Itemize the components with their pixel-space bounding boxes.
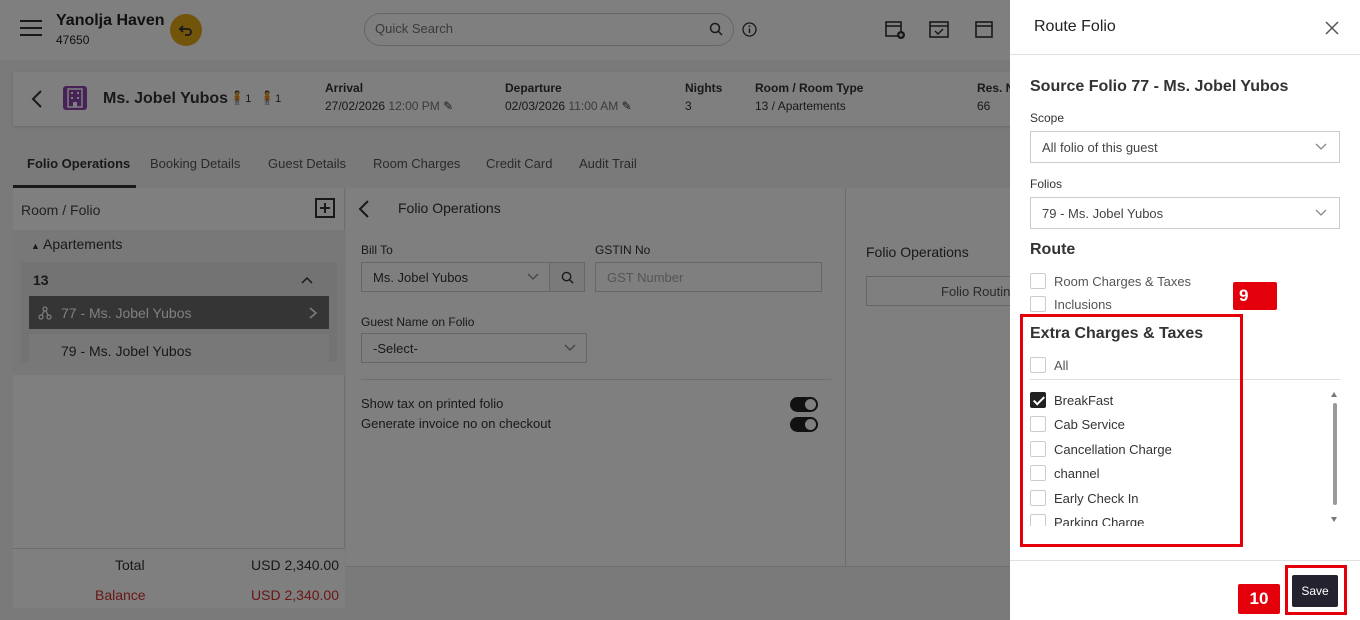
route-section-title: Route [1030, 241, 1076, 258]
chevron-down-icon [1315, 143, 1327, 150]
scroll-down-arrow[interactable] [1331, 517, 1337, 522]
checkbox[interactable] [1030, 296, 1046, 312]
drawer-title: Route Folio [1034, 18, 1116, 35]
folios-label: Folios [1030, 177, 1063, 191]
scope-label: Scope [1030, 111, 1065, 125]
folios-value: 79 - Ms. Jobel Yubos [1042, 206, 1164, 221]
checkbox[interactable] [1030, 273, 1046, 289]
checkbox-label: Room Charges & Taxes [1054, 274, 1192, 289]
scroll-up-arrow[interactable] [1331, 392, 1337, 397]
chevron-down-icon [1315, 209, 1327, 216]
source-folio-title: Source Folio 77 - Ms. Jobel Yubos [1030, 78, 1289, 95]
folios-select[interactable]: 79 - Ms. Jobel Yubos [1030, 197, 1340, 229]
step-9-badge: 9 [1233, 282, 1277, 310]
checkbox-label: Inclusions [1054, 297, 1112, 312]
divider [1010, 560, 1360, 561]
scrollbar-thumb[interactable] [1333, 403, 1337, 505]
modal-backdrop[interactable] [0, 0, 1010, 620]
close-icon[interactable] [1325, 21, 1339, 35]
step-10-badge: 10 [1238, 584, 1280, 614]
scope-value: All folio of this guest [1042, 140, 1158, 155]
step-10-highlight [1285, 565, 1347, 615]
divider [1010, 54, 1360, 55]
step-9-highlight [1020, 314, 1243, 547]
scope-select[interactable]: All folio of this guest [1030, 131, 1340, 163]
